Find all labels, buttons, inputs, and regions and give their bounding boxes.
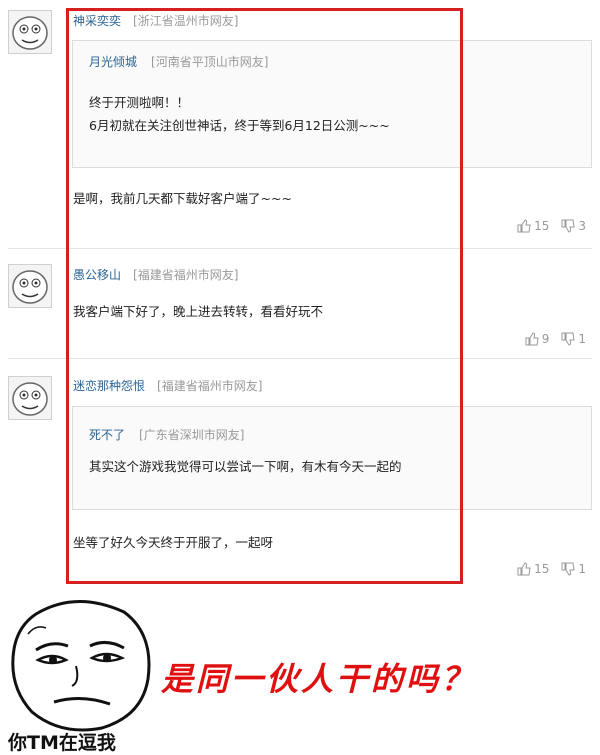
quote-username[interactable]: 月光倾城 xyxy=(89,55,137,69)
divider xyxy=(8,248,592,249)
quoted-comment: 月光倾城 [河南省平顶山市网友] 终于开测啦啊！！ 6月初就在关注创世神话，终于等… xyxy=(72,40,592,168)
thumb-down-icon xyxy=(561,219,575,233)
comment-item: 愚公移山 [福建省福州市网友] 我客户端下好了，晚上进去转转，看看好玩不 9 1 xyxy=(0,250,600,360)
user-location: [福建省福州市网友] xyxy=(133,268,239,282)
upvote-button[interactable]: 15 xyxy=(517,562,549,576)
user-location: [福建省福州市网友] xyxy=(157,379,263,393)
avatar-troll-icon xyxy=(12,270,48,304)
comment-text: 是啊，我前几天都下载好客户端了~~~ xyxy=(73,191,292,206)
username[interactable]: 神采奕奕 xyxy=(73,14,121,28)
downvote-button[interactable]: 1 xyxy=(561,562,586,576)
username[interactable]: 迷恋那种怨恨 xyxy=(73,379,145,393)
username[interactable]: 愚公移山 xyxy=(73,268,121,282)
vote-bar: 9 1 xyxy=(525,332,586,346)
comment-text: 我客户端下好了，晚上进去转转，看看好玩不 xyxy=(73,304,324,319)
question-headline: 是同一伙人干的吗？ xyxy=(161,660,477,698)
upvote-count: 9 xyxy=(541,332,550,346)
upvote-button[interactable]: 9 xyxy=(525,332,550,346)
vote-bar: 15 1 xyxy=(517,562,586,576)
upvote-count: 15 xyxy=(534,562,550,576)
meme-caption: 你TM在逗我 xyxy=(8,732,116,754)
quote-username[interactable]: 死不了 xyxy=(89,428,125,442)
comment-item: 迷恋那种怨恨 [福建省福州市网友] 死不了 [广东省深圳市网友] 其实这个游戏我觉得… xyxy=(0,360,600,590)
quoted-comment: 死不了 [广东省深圳市网友] 其实这个游戏我觉得可以尝试一下啊，有木有今天一起的 xyxy=(72,406,592,510)
downvote-button[interactable]: 3 xyxy=(561,219,586,233)
comment-user[interactable]: 愚公移山 [福建省福州市网友] xyxy=(73,266,238,283)
thumb-up-icon xyxy=(517,562,531,576)
user-location: [浙江省温州市网友] xyxy=(133,14,239,28)
quote-text-line: 其实这个游戏我觉得可以尝试一下啊，有木有今天一起的 xyxy=(89,459,402,474)
thumb-up-icon xyxy=(525,332,539,346)
meme-face-icon xyxy=(11,600,151,732)
quote-text-line: 终于开测啦啊！！ xyxy=(89,95,190,110)
avatar-troll-icon xyxy=(12,16,48,50)
quote-user: 月光倾城 [河南省平顶山市网友] xyxy=(89,53,268,70)
vote-bar: 15 3 xyxy=(517,219,586,233)
upvote-button[interactable]: 15 xyxy=(517,219,549,233)
comment-text: 坐等了好久今天终于开服了，一起呀 xyxy=(73,535,274,550)
quote-text-line: 6月初就在关注创世神话，终于等到6月12日公测~~~ xyxy=(89,118,390,133)
downvote-button[interactable]: 1 xyxy=(561,332,586,346)
comment-item: 神采奕奕 [浙江省温州市网友] 月光倾城 [河南省平顶山市网友] 终于开测啦啊！！ … xyxy=(0,0,600,250)
thumb-down-icon xyxy=(561,562,575,576)
quote-location: [河南省平顶山市网友] xyxy=(151,55,269,69)
user-avatar[interactable] xyxy=(8,264,52,308)
downvote-count: 1 xyxy=(578,332,586,346)
avatar-troll-icon xyxy=(12,382,48,416)
quote-location: [广东省深圳市网友] xyxy=(139,428,245,442)
quote-user: 死不了 [广东省深圳市网友] xyxy=(89,426,244,443)
thumb-up-icon xyxy=(517,219,531,233)
downvote-count: 3 xyxy=(578,219,586,233)
downvote-count: 1 xyxy=(578,562,586,576)
comment-user[interactable]: 神采奕奕 [浙江省温州市网友] xyxy=(73,12,238,29)
divider xyxy=(8,358,592,359)
thumb-down-icon xyxy=(561,332,575,346)
comment-user[interactable]: 迷恋那种怨恨 [福建省福州市网友] xyxy=(73,377,262,394)
user-avatar[interactable] xyxy=(8,10,52,54)
user-avatar[interactable] xyxy=(8,376,52,420)
upvote-count: 15 xyxy=(534,219,550,233)
